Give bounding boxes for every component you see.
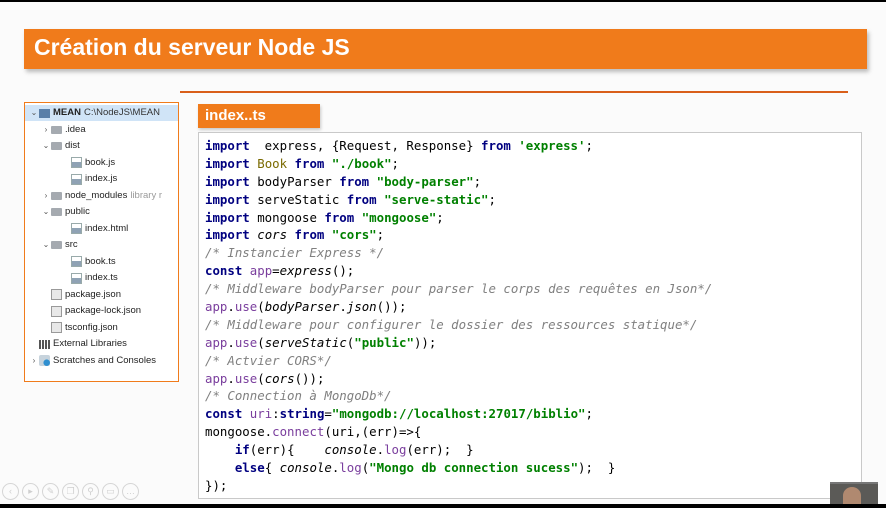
tree-item[interactable]: ⌄ src	[41, 237, 78, 253]
tree-item-label: tsconfig.json	[65, 321, 118, 333]
code-line: app.use(bodyParser.json());	[205, 299, 407, 315]
tree-item[interactable]: book.ts	[61, 254, 116, 270]
person-icon	[843, 487, 861, 504]
tree-item-extra: library r	[130, 189, 162, 201]
file-icon	[71, 272, 82, 284]
presentation-toolbar: ‹ ▸ ✎ ❐ ⚲ ▭…	[2, 483, 139, 500]
tree-item-label: External Libraries	[53, 338, 127, 349]
code-line: /* Middleware pour configurer le dossier…	[205, 316, 698, 332]
zoom-icon[interactable]: ⚲	[82, 483, 99, 500]
play-icon[interactable]: ▸	[22, 483, 39, 500]
chevron-down-icon[interactable]: ⌄	[41, 138, 51, 154]
code-line: if(err){ console.log(err); }	[234, 442, 474, 458]
code-line: app.use(cors());	[205, 370, 325, 386]
code-line: import Book from "./book";	[205, 155, 400, 171]
code-line: import cors from "cors";	[205, 227, 385, 243]
file-icon	[71, 157, 82, 168]
divider	[180, 91, 848, 93]
tree-item-label: package.json	[65, 288, 121, 300]
tree-item-label: book.js	[85, 156, 116, 168]
file-icon	[71, 223, 82, 234]
code-line: else{ console.log("Mongo db connection s…	[234, 460, 616, 476]
folder-icon	[51, 191, 62, 200]
folder-icon	[51, 208, 62, 216]
tree-item-label: book.ts	[85, 255, 116, 267]
slide: Création du serveur Node JS ⌄ MEAN C:\Node…	[0, 2, 886, 504]
tree-item-label: index.ts	[85, 272, 118, 283]
tree-item-extra: C:\NodeJS\MEAN	[83, 107, 161, 118]
tree-item[interactable]: ⌄ public	[41, 204, 90, 220]
code-line: app.use(serveStatic("public"));	[205, 334, 437, 350]
title-banner: Création du serveur Node JS	[24, 29, 867, 69]
code-line: /* Actvier CORS*/	[205, 352, 332, 368]
code-editor[interactable]: import express, {Request, Response} from…	[198, 132, 862, 499]
tree-item-label: src	[65, 239, 78, 250]
tree-item[interactable]: index.ts	[61, 270, 118, 286]
tree-item[interactable]: tsconfig.json	[41, 320, 118, 336]
code-line: /* Connection à MongoDb*/	[205, 388, 392, 404]
code-line: /* Middleware bodyParser pour parser le …	[205, 281, 713, 297]
tree-item-label: .idea	[65, 123, 86, 135]
tree-item-label: dist	[65, 140, 80, 151]
scratches-icon	[39, 355, 50, 366]
file-icon	[71, 256, 82, 267]
code-line: const app=express();	[205, 263, 355, 279]
chevron-right-icon[interactable]: ›	[29, 353, 39, 369]
folder-icon	[51, 241, 62, 249]
tree-item[interactable]: ⌄ dist	[41, 138, 80, 154]
json-file-icon	[51, 305, 62, 317]
library-icon	[39, 339, 50, 349]
code-line: /* Instancier Express */	[205, 245, 385, 261]
copy-icon[interactable]: ❐	[62, 483, 79, 500]
chevron-down-icon[interactable]: ⌄	[41, 237, 51, 253]
json-file-icon	[51, 322, 62, 333]
tree-item-label: Scratches and Consoles	[53, 354, 156, 366]
slide-title: Création du serveur Node JS	[34, 34, 350, 60]
pen-icon[interactable]: ✎	[42, 483, 59, 500]
tree-item[interactable]: › .idea	[41, 122, 86, 138]
code-line: import express, {Request, Response} from…	[205, 138, 593, 153]
back-icon[interactable]: ‹	[2, 483, 19, 500]
file-tab-label: index..ts	[205, 107, 266, 124]
code-line: import mongoose from "mongoose";	[205, 209, 444, 225]
tree-item[interactable]: package.json	[41, 287, 121, 303]
webcam-thumbnail	[830, 482, 878, 504]
tree-item[interactable]: › Scratches and Consoles	[29, 353, 156, 369]
tree-item[interactable]: ⌄ MEAN C:\NodeJS\MEAN	[25, 105, 178, 121]
tree-item[interactable]: › node_modules library r	[41, 188, 162, 204]
tree-item-label: node_modules	[65, 189, 128, 201]
tree-item[interactable]: index.js	[61, 171, 117, 187]
chevron-down-icon[interactable]: ⌄	[29, 105, 39, 121]
chevron-down-icon[interactable]: ⌄	[41, 204, 51, 220]
chevron-right-icon[interactable]: ›	[41, 122, 51, 138]
tree-item-label: package-lock.json	[65, 305, 142, 316]
json-file-icon	[51, 289, 62, 300]
tree-item[interactable]: External Libraries	[29, 336, 127, 352]
tree-item[interactable]: index.html	[61, 221, 128, 237]
file-icon	[71, 173, 82, 185]
code-line: mongoose.connect(uri,(err)=>{	[205, 424, 422, 440]
more-icon[interactable]: …	[122, 483, 139, 500]
tree-item[interactable]: book.js	[61, 155, 115, 171]
code-line: const uri:string="mongodb://localhost:27…	[205, 406, 593, 422]
code-line: import serveStatic from "serve-static";	[205, 191, 496, 207]
tree-item-label: public	[65, 206, 90, 217]
project-icon	[39, 108, 50, 118]
tree-item-label: index.html	[85, 222, 129, 234]
tree-item-label: index.js	[85, 173, 118, 184]
tree-item[interactable]: package-lock.json	[41, 303, 141, 319]
code-line: });	[205, 477, 228, 493]
subtitles-icon[interactable]: ▭	[102, 483, 119, 500]
chevron-right-icon[interactable]: ›	[41, 188, 51, 204]
project-tree: ⌄ MEAN C:\NodeJS\MEAN › .idea ⌄ dist book.js ind…	[24, 102, 179, 382]
folder-icon	[51, 125, 62, 134]
code-line: import bodyParser from "body-parser";	[205, 173, 482, 189]
file-tab[interactable]: index..ts	[198, 104, 320, 128]
tree-item-label: MEAN	[53, 107, 81, 118]
folder-icon	[51, 142, 62, 150]
